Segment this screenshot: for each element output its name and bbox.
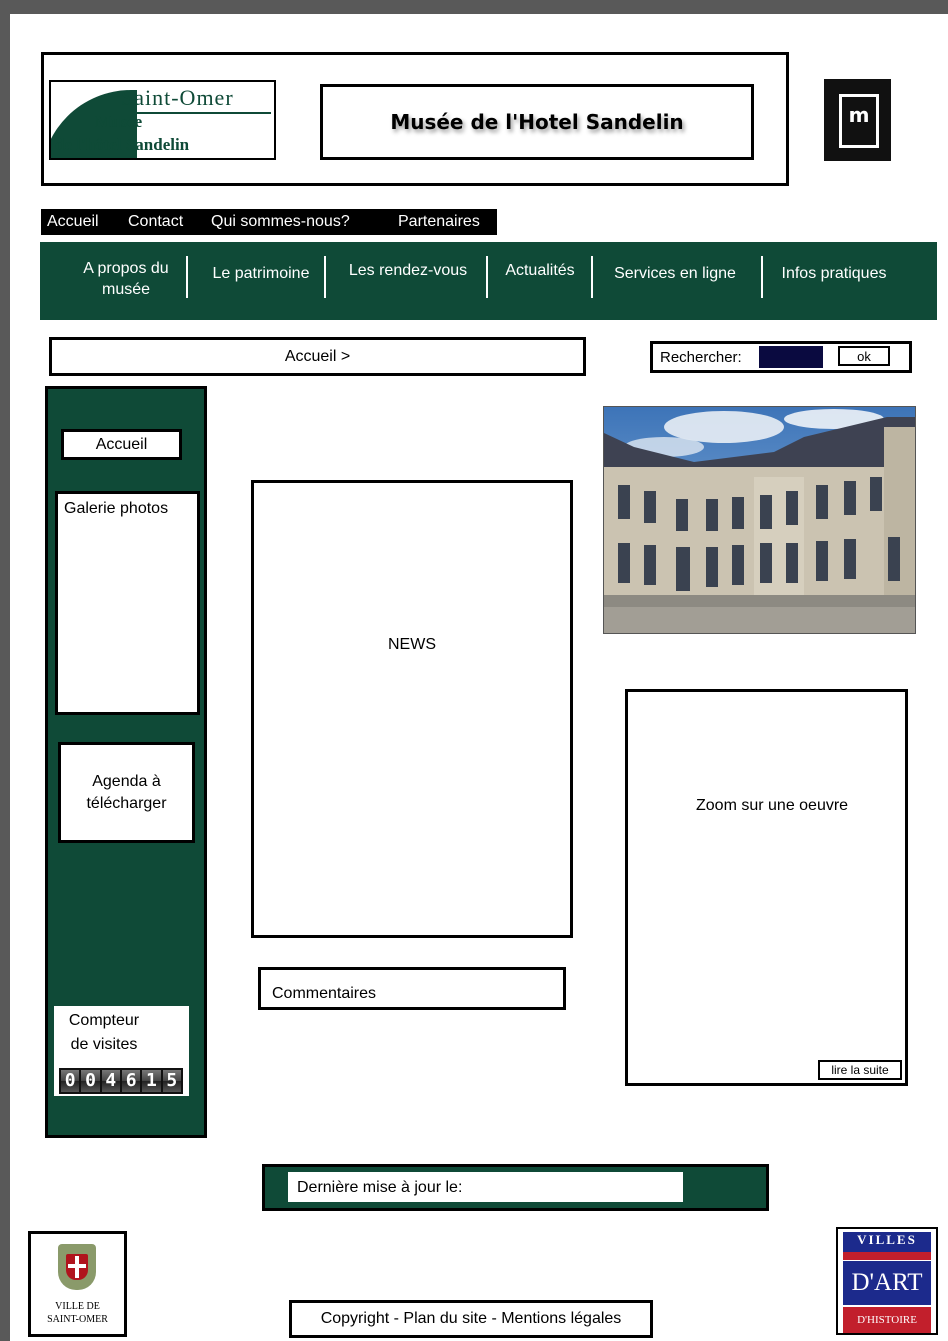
search-label: Rechercher: [660, 349, 742, 366]
main-nav-a-propos[interactable]: A propos du musée [66, 258, 186, 300]
comments-box[interactable]: Commentaires [258, 967, 566, 1010]
ville-logo-line-1: VILLE DE [55, 1301, 100, 1312]
visit-counter: Compteur de visites 004615 [54, 1006, 189, 1096]
ville-saint-omer-logo[interactable]: VILLE DE SAINT-OMER [28, 1231, 127, 1337]
news-panel[interactable]: NEWS [251, 480, 573, 938]
sidebar-item-accueil[interactable]: Accueil [61, 429, 182, 460]
main-nav-a-propos-line1: A propos du [83, 260, 169, 277]
comments-label: Commentaires [272, 985, 377, 1002]
counter-digit: 0 [61, 1070, 80, 1092]
window-top-border [0, 0, 948, 14]
featured-artwork-panel[interactable]: Zoom sur une oeuvre lire la suite [625, 689, 908, 1086]
counter-digit: 1 [142, 1070, 161, 1092]
main-nav-actualites[interactable]: Actualités [494, 260, 586, 281]
villes-logo-bottom: D'HISTOIRE [843, 1307, 931, 1333]
top-nav-qui-sommes-nous[interactable]: Qui sommes-nous? [211, 213, 350, 231]
top-nav-accueil[interactable]: Accueil [47, 213, 99, 231]
counter-digit: 4 [101, 1070, 120, 1092]
site-title: Musée de l'Hotel Sandelin [320, 84, 754, 160]
main-nav-patrimoine[interactable]: Le patrimoine [196, 263, 326, 284]
logo-line-3: de l'hôtel Sandelin [55, 135, 190, 154]
nav-separator [761, 256, 763, 298]
breadcrumb: Accueil > [49, 337, 586, 376]
search-ok-button[interactable]: ok [838, 346, 890, 366]
sidebar-item-label: Accueil [95, 435, 148, 453]
sidebar-gallery-label: Galerie photos [64, 500, 169, 517]
sidebar-photo-gallery[interactable]: Galerie photos [55, 491, 200, 715]
search-input[interactable] [759, 346, 823, 368]
last-update-field: Dernière mise à jour le: [288, 1172, 683, 1202]
read-more-button[interactable]: lire la suite [818, 1060, 902, 1080]
villes-logo-top-text: VILLES [857, 1232, 917, 1247]
counter-digit: 6 [121, 1070, 141, 1092]
footer-links-text[interactable]: Copyright - Plan du site - Mentions léga… [321, 1310, 622, 1328]
museum-building-image [604, 407, 915, 633]
counter-digit: 5 [162, 1070, 181, 1092]
top-nav-partenaires[interactable]: Partenaires [398, 213, 480, 231]
logo-line-2: Musée [95, 112, 143, 131]
agenda-line-1: Agenda à [92, 772, 161, 790]
footer-links[interactable]: Copyright - Plan du site - Mentions léga… [289, 1300, 653, 1338]
agenda-line-2: télécharger [86, 794, 167, 812]
visit-counter-digits: 004615 [59, 1068, 183, 1094]
nav-separator [324, 256, 326, 298]
featured-artwork-label: Zoom sur une oeuvre [696, 797, 849, 814]
main-nav-rendez-vous[interactable]: Les rendez-vous [336, 260, 480, 281]
top-nav-contact[interactable]: Contact [128, 213, 183, 231]
logo-line-1: Saint-Omer [121, 85, 234, 110]
m-brand-logo[interactable]: m [824, 79, 891, 161]
main-nav-a-propos-line2: musée [101, 281, 151, 298]
breadcrumb-text[interactable]: Accueil > [285, 348, 350, 366]
m-logo-mark: m [848, 103, 870, 127]
main-nav-services-en-ligne[interactable]: Services en ligne [600, 263, 750, 284]
museum-building-photo [603, 406, 916, 634]
news-label: NEWS [388, 636, 436, 653]
last-update-bar: Dernière mise à jour le: [262, 1164, 769, 1211]
museum-logo[interactable]: Saint-Omer Musée de l'hôtel Sandelin [49, 80, 276, 160]
nav-separator [591, 256, 593, 298]
main-nav-infos-pratiques[interactable]: Infos pratiques [768, 263, 900, 284]
villes-art-histoire-logo[interactable]: VILLES D'ART D'HISTOIRE [836, 1227, 938, 1335]
main-nav: A propos du musée Le patrimoine Les rend… [40, 242, 937, 320]
window-left-border [0, 0, 10, 1341]
counter-line-1: Compteur [68, 1012, 140, 1029]
villes-logo-mid: D'ART [843, 1261, 931, 1305]
logo-rule [121, 112, 271, 114]
coat-of-arms-icon [58, 1244, 96, 1290]
ville-logo-line-2: SAINT-OMER [47, 1314, 108, 1325]
counter-digit: 0 [81, 1070, 100, 1092]
sidebar-agenda-download[interactable]: Agenda à télécharger [58, 742, 195, 843]
villes-logo-top: VILLES [843, 1232, 931, 1260]
top-nav: Accueil Contact Qui sommes-nous? Partena… [41, 209, 497, 235]
site-title-text: Musée de l'Hotel Sandelin [390, 110, 684, 134]
nav-separator [486, 256, 488, 298]
search-box: Rechercher: ok [650, 341, 912, 373]
visit-counter-label: Compteur de visites [54, 1009, 154, 1057]
counter-line-2: de visites [70, 1036, 138, 1053]
nav-separator [186, 256, 188, 298]
